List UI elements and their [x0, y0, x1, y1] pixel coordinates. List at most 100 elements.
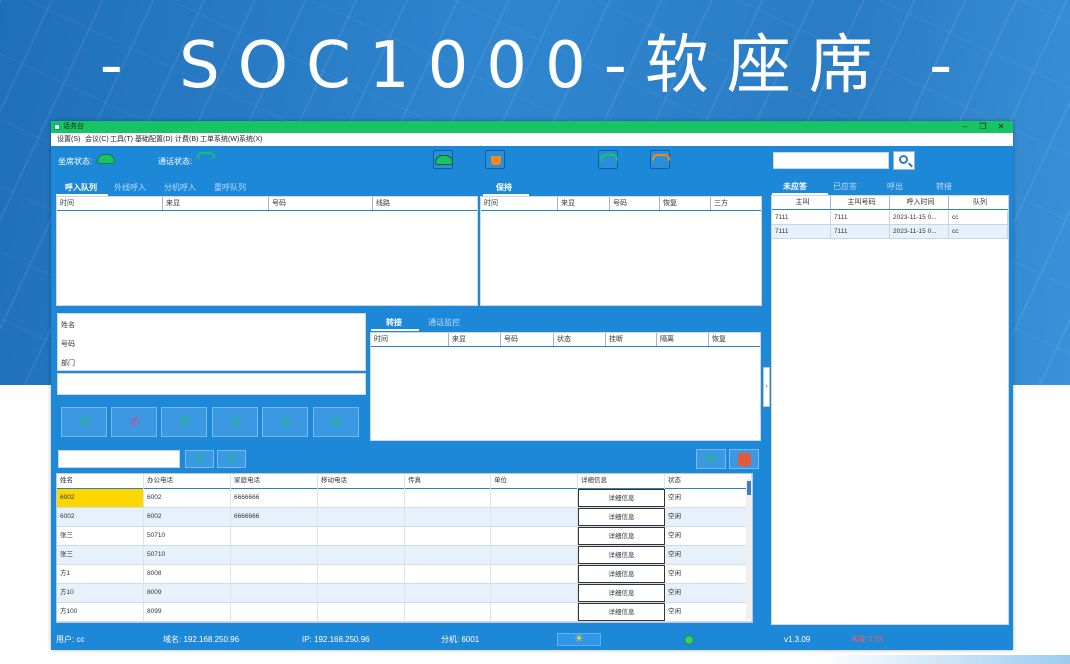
menu-tools[interactable]: 工具(T)	[110, 133, 133, 146]
tab-incoming-queue[interactable]: 呼入队列	[65, 182, 97, 193]
detail-button[interactable]: 详细信息	[578, 584, 665, 602]
transfer-action-button[interactable]: ✆	[161, 407, 207, 437]
table-row[interactable]: 6002 6002 6666666 详细信息 空闲	[57, 489, 752, 508]
tab-recall-queue[interactable]: 重呼队列	[214, 182, 246, 193]
table-row[interactable]: 方1 8008 详细信息 空闲	[57, 565, 752, 584]
tab-transferred[interactable]: 转接	[936, 181, 952, 192]
seat-status-label: 坐席状态:	[58, 157, 93, 166]
cell-queue: cc	[949, 211, 1008, 224]
consult-button[interactable]: ✆	[212, 407, 258, 437]
phone-forward-icon: ✆	[179, 415, 191, 429]
col-caller-number: 主叫号码	[831, 196, 890, 209]
col-caller: 主叫	[772, 196, 831, 209]
tab-hold[interactable]: 保持	[496, 182, 512, 193]
ip-status: IP: 192.168.250.96	[302, 635, 370, 644]
hold-button[interactable]	[485, 150, 505, 169]
cell-name: 方100	[57, 603, 144, 621]
directory-search-input[interactable]	[58, 450, 180, 468]
directory-dial-button[interactable]: ✆	[185, 450, 214, 468]
dial-button[interactable]: ✆	[61, 407, 107, 437]
close-button[interactable]: ✕	[992, 121, 1010, 133]
col-display: 来显	[558, 197, 610, 210]
detail-button[interactable]: 详细信息	[578, 546, 665, 564]
cell-office: 8008	[144, 565, 231, 583]
detail-button[interactable]: 详细信息	[578, 508, 665, 526]
col-number: 号码	[269, 197, 373, 210]
directory-transfer-button[interactable]: ✆	[217, 450, 246, 468]
transfer-button[interactable]	[598, 150, 618, 169]
detail-button[interactable]: 详细信息	[578, 603, 665, 621]
tab-external-incoming[interactable]: 外线呼入	[114, 182, 146, 193]
cell-home	[231, 546, 318, 564]
cell-empty	[491, 565, 578, 583]
cell-empty	[405, 508, 491, 526]
table-scrollbar[interactable]	[746, 479, 752, 619]
table-row[interactable]: 张三 50710 详细信息 空闲	[57, 527, 752, 546]
detail-button[interactable]: 详细信息	[578, 565, 665, 583]
col-resume: 恢复	[660, 197, 711, 210]
search-button[interactable]	[893, 151, 915, 170]
menu-meeting[interactable]: 会议(C)	[85, 133, 109, 146]
tab-transfer[interactable]: 转接	[386, 317, 402, 328]
detail-button[interactable]: 详细信息	[578, 527, 665, 545]
tab-unanswered[interactable]: 未应答	[783, 181, 807, 192]
cell-name: 方10	[57, 584, 144, 602]
note-field[interactable]	[57, 373, 366, 395]
cell-state: 空闲	[665, 527, 752, 545]
table-row[interactable]: 方100 8099 详细信息 空闲	[57, 603, 752, 622]
menu-billing[interactable]: 计费(B)	[175, 133, 198, 146]
cell-state: 空闲	[665, 565, 752, 583]
collapse-handle[interactable]: ›	[763, 367, 770, 407]
cell-home	[231, 584, 318, 602]
col-display: 来显	[163, 197, 269, 210]
menu-system[interactable]: 系统(X)	[239, 133, 262, 146]
answer-phone-icon	[435, 155, 453, 165]
minimize-button[interactable]: –	[956, 121, 974, 133]
col-display: 来显	[449, 333, 501, 346]
phone-icon: ✆	[195, 453, 204, 464]
detail-button[interactable]: 详细信息	[578, 489, 665, 507]
cell-empty	[491, 527, 578, 545]
banner-title: - SOC1000-软座席 -	[99, 29, 971, 103]
contact-button[interactable]	[729, 449, 759, 469]
refresh-button[interactable]: ⟳	[696, 449, 726, 469]
cell-empty	[405, 565, 491, 583]
answer-button[interactable]	[433, 150, 453, 169]
search-input[interactable]	[773, 152, 889, 169]
cell-time: 2023-11-15 0...	[890, 225, 949, 238]
cell-empty	[405, 584, 491, 602]
version-label: v1.3.09	[784, 635, 811, 644]
phone-icon: ✆	[230, 415, 242, 429]
monitor-button[interactable]: ✆	[313, 407, 359, 437]
call-status-label: 通话状态:	[158, 157, 193, 166]
col-call-time: 呼入时间	[890, 196, 949, 209]
cell-home: 6666666	[231, 508, 318, 526]
domain-status: 域名: 192.168.250.96	[163, 635, 240, 644]
table-row[interactable]: 张三 50710 详细信息 空闲	[57, 546, 752, 565]
table-row[interactable]: 方10 8009 详细信息 空闲	[57, 584, 752, 603]
cell-empty	[318, 603, 405, 621]
tab-call-monitor[interactable]: 通话监控	[428, 317, 460, 328]
tab-extension-incoming[interactable]: 分机呼入	[164, 182, 196, 193]
cell-state: 空闲	[665, 603, 752, 621]
conference-button[interactable]: ✆	[262, 407, 308, 437]
table-row[interactable]: 6002 6002 6666666 详细信息 空闲	[57, 508, 752, 527]
cell-state: 空闲	[665, 584, 752, 602]
menu-workorder[interactable]: 工单系统(W)	[200, 133, 239, 146]
tab-answered[interactable]: 已应答	[833, 181, 857, 192]
hangup-action-button[interactable]: ✆	[111, 407, 157, 437]
hangup-button[interactable]	[650, 150, 670, 169]
cell-home: 6666666	[231, 489, 318, 507]
cell-empty	[491, 489, 578, 507]
col-time: 时间	[371, 333, 449, 346]
menu-config[interactable]: 基础配置(D)	[135, 133, 173, 146]
missed-call-row[interactable]: 7111 7111 2023-11-15 0... cc	[772, 225, 1008, 239]
missed-call-row[interactable]: 7111 7111 2023-11-15 0... cc	[772, 211, 1008, 225]
weather-widget[interactable]: ☀	[557, 633, 601, 646]
cell-home	[231, 565, 318, 583]
contact-card-icon	[738, 453, 751, 466]
restore-button[interactable]: ❐	[974, 121, 992, 133]
tab-outgoing[interactable]: 呼出	[887, 181, 903, 192]
menu-settings[interactable]: 设置(S)	[57, 133, 80, 146]
transfer-table: 时间 来显 号码 状态 挂断 隔离 恢复	[370, 332, 761, 441]
